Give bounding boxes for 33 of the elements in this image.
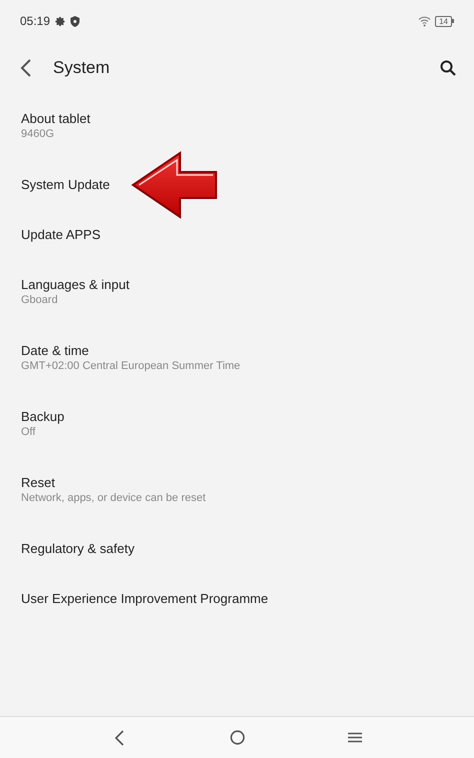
item-title: User Experience Improvement Programme [21,590,270,606]
shield-icon [70,16,80,26]
status-time: 05:19 [20,13,50,30]
settings-item[interactable]: About tablet 9460G [0,93,474,159]
arrow-annotation-icon [131,151,218,219]
item-title: Date & time [21,342,90,359]
item-subtitle: Network, apps, or device can be reset [21,491,207,506]
home-button[interactable] [229,730,245,746]
gear-icon [55,16,66,26]
page-title: System [53,56,110,79]
item-title: Reset [21,474,56,491]
settings-item[interactable]: System Update [0,159,474,209]
item-subtitle: 9460G [21,127,56,142]
settings-item[interactable]: Regulatory & safety [0,523,474,573]
settings-item[interactable]: Update APPS [0,209,474,259]
item-subtitle: Off [21,425,36,440]
wifi-icon [418,16,432,26]
item-title: Regulatory & safety [21,540,136,556]
item-title: Update APPS [21,226,102,242]
settings-item[interactable]: User Experience Improvement Programme [0,573,474,623]
settings-item[interactable]: Backup Off [0,391,474,457]
item-title: Languages & input [21,276,130,293]
search-button[interactable] [438,58,458,78]
item-subtitle: Gboard [21,293,59,308]
item-title: System Update [21,176,111,192]
settings-item[interactable]: Reset Network, apps, or device can be reset [0,457,474,523]
battery-icon: 14 [435,16,454,26]
item-title: Backup [21,408,66,425]
item-title: About tablet [21,110,92,127]
settings-item[interactable]: Date & time GMT+02:00 Central European Summer Time [0,325,474,391]
settings-item[interactable]: Languages & input Gboard [0,259,474,325]
menu-button[interactable] [347,730,363,746]
item-subtitle: GMT+02:00 Central European Summer Time [21,359,242,374]
